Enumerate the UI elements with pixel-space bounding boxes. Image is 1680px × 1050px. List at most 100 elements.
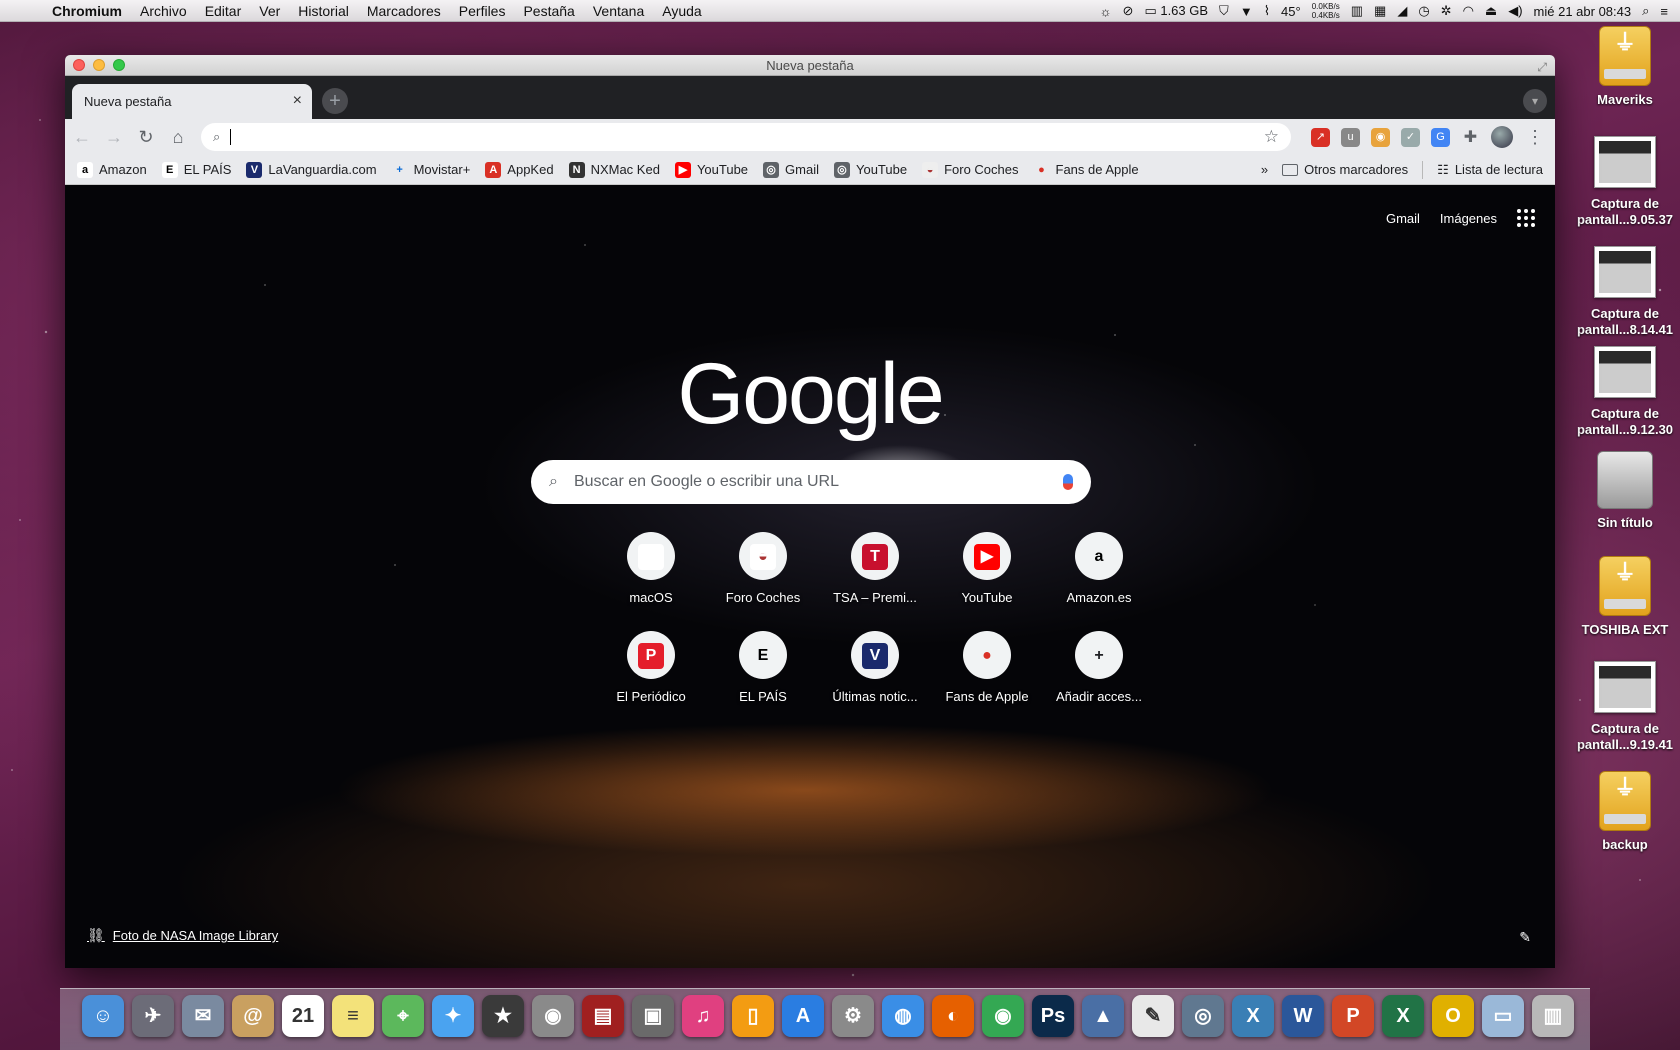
bookmark-item[interactable]: a Amazon <box>77 161 147 178</box>
bookmarks-overflow-icon[interactable]: » <box>1261 162 1268 177</box>
omnibox[interactable]: ⌕ ☆ <box>201 123 1291 151</box>
shortcut-tile[interactable]: ▶ YouTube <box>931 532 1043 605</box>
menu-editar[interactable]: Editar <box>196 3 251 19</box>
spotlight-icon[interactable]: ⌕ <box>1642 3 1649 19</box>
maps-icon[interactable]: ⌖ <box>382 995 424 1037</box>
bookmark-item[interactable]: V LaVanguardia.com <box>246 161 377 178</box>
other-bookmarks-folder[interactable]: Otros marcadores <box>1282 162 1408 177</box>
downloads-folder-icon[interactable]: ▭ <box>1482 995 1524 1037</box>
safari-icon[interactable]: ◍ <box>882 995 924 1037</box>
minimize-window-button[interactable] <box>93 59 105 71</box>
pdf-extension-icon[interactable]: ↗ <box>1311 127 1330 147</box>
ibooks-icon[interactable]: ▯ <box>732 995 774 1037</box>
brightness-icon[interactable]: ☼ <box>1100 4 1112 19</box>
shortcut-tile[interactable]: P El Periódico <box>595 631 707 704</box>
menu-ayuda[interactable]: Ayuda <box>653 3 710 19</box>
google-search-box[interactable]: ⌕ Buscar en Google o escribir una URL <box>531 460 1091 504</box>
powerpoint-icon[interactable]: P <box>1332 995 1374 1037</box>
shortcut-tile[interactable]: T TSA – Premi... <box>819 532 931 605</box>
close-window-button[interactable] <box>73 59 85 71</box>
shortcut-tile[interactable]: macOS <box>595 532 707 605</box>
owl-extension-icon[interactable]: ◉ <box>1371 127 1390 147</box>
profile-avatar[interactable] <box>1491 126 1513 148</box>
tab-search-icon[interactable]: ▾ <box>1523 89 1547 113</box>
network-speed[interactable]: 0.0KB/s 0.4KB/s <box>1312 2 1340 20</box>
chart-meter-icon[interactable]: ◢ <box>1397 3 1407 19</box>
microphone-icon[interactable]: ⌇ <box>1264 3 1270 19</box>
shortcut-tile[interactable]: a Amazon.es <box>1043 532 1155 605</box>
bookmark-item[interactable]: ◒ Foro Coches <box>922 161 1019 178</box>
cpu-meter-icon[interactable]: ▥ <box>1351 3 1363 19</box>
bluetooth-icon[interactable]: ✲ <box>1441 3 1452 19</box>
menu-ver[interactable]: Ver <box>250 3 289 19</box>
display-icon[interactable]: ▼ <box>1240 4 1253 19</box>
title-bar[interactable]: Nueva pestaña ⤢ <box>65 55 1555 76</box>
omnibox-input[interactable] <box>230 129 1254 145</box>
memory-readout[interactable]: ▭ 1.63 GB <box>1144 3 1208 19</box>
ublock-extension-icon[interactable]: u <box>1341 127 1360 147</box>
new-tab-button[interactable]: + <box>322 88 348 114</box>
shield-icon[interactable]: ⛉ <box>1219 3 1229 19</box>
desktop-icon-screenshot[interactable]: Captura de pantall...9.19.41 <box>1570 661 1680 753</box>
do-not-disturb-icon[interactable]: ⊘ <box>1123 3 1134 19</box>
google-apps-icon[interactable] <box>1517 209 1535 227</box>
messages-icon[interactable]: ✦ <box>432 995 474 1037</box>
reload-icon[interactable]: ↻ <box>137 127 155 148</box>
keynote-icon[interactable]: ▲ <box>1082 995 1124 1037</box>
menu-ventana[interactable]: Ventana <box>584 3 653 19</box>
notes-icon[interactable]: ≡ <box>332 995 374 1037</box>
temperature-value[interactable]: 45° <box>1281 4 1301 19</box>
textedit-icon[interactable]: ✎ <box>1132 995 1174 1037</box>
pencil-icon[interactable]: ✎ <box>1519 929 1531 946</box>
system-preferences-icon[interactable]: ⚙ <box>832 995 874 1037</box>
x-app-icon[interactable]: X <box>1232 995 1274 1037</box>
shield-extension-icon[interactable]: ✓ <box>1401 127 1420 147</box>
fullscreen-icon[interactable]: ⤢ <box>1537 57 1547 78</box>
time-machine-icon[interactable]: ◷ <box>1418 3 1429 19</box>
menu-perfiles[interactable]: Perfiles <box>450 3 515 19</box>
imovie-icon[interactable]: ★ <box>482 995 524 1037</box>
desktop-icon-usb-drive[interactable]: ⏚ Maveriks <box>1570 26 1680 108</box>
add-shortcut-tile[interactable]: + Añadir acces... <box>1043 631 1155 704</box>
menu-marcadores[interactable]: Marcadores <box>358 3 450 19</box>
menu-archivo[interactable]: Archivo <box>131 3 196 19</box>
translate-extension-icon[interactable]: G <box>1431 127 1450 147</box>
launchpad-icon[interactable]: ✈ <box>132 995 174 1037</box>
photoshop-icon[interactable]: Ps <box>1032 995 1074 1037</box>
bookmark-item[interactable]: + Movistar+ <box>392 162 470 178</box>
excel-icon[interactable]: X <box>1382 995 1424 1037</box>
clock[interactable]: mié 21 abr 08:43 <box>1534 4 1632 19</box>
desktop-icon-usb-drive[interactable]: ⏚ TOSHIBA EXT <box>1570 556 1680 638</box>
menu-chromium[interactable]: Chromium <box>52 3 131 19</box>
word-icon[interactable]: W <box>1282 995 1324 1037</box>
bookmark-item[interactable]: ◎ Gmail <box>763 161 819 178</box>
shortcut-tile[interactable]: ● Fans de Apple <box>931 631 1043 704</box>
desktop-icon-screenshot[interactable]: Captura de pantall...9.12.30 <box>1570 346 1680 438</box>
dvd-player-icon[interactable]: ▤ <box>582 995 624 1037</box>
app-store-icon[interactable]: A <box>782 995 824 1037</box>
tab-new-tab[interactable]: Nueva pestaña × <box>72 84 312 119</box>
bookmark-item[interactable]: A AppKed <box>485 161 554 178</box>
back-icon[interactable]: ← <box>73 127 91 148</box>
notification-center-icon[interactable]: ≡ <box>1660 4 1668 19</box>
bookmark-star-icon[interactable]: ☆ <box>1264 127 1279 147</box>
dvd-burner-icon[interactable]: ◎ <box>1182 995 1224 1037</box>
bookmark-item[interactable]: ◎ YouTube <box>833 161 907 178</box>
calendar-icon[interactable]: 21 <box>282 995 324 1037</box>
itunes-icon[interactable]: ♫ <box>682 995 724 1037</box>
gmail-link[interactable]: Gmail <box>1386 211 1420 226</box>
shortcut-tile[interactable]: ◒ Foro Coches <box>707 532 819 605</box>
desktop-icon-screenshot[interactable]: Captura de pantall...8.14.41 <box>1570 246 1680 338</box>
volume-icon[interactable]: ◀) <box>1508 3 1522 19</box>
menu-pestana[interactable]: Pestaña <box>514 3 583 19</box>
menu-historial[interactable]: Historial <box>289 3 358 19</box>
eject-icon[interactable]: ⏏ <box>1485 3 1497 19</box>
outlook-icon[interactable]: O <box>1432 995 1474 1037</box>
firefox-icon[interactable]: ◐ <box>932 995 974 1037</box>
home-icon[interactable]: ⌂ <box>169 127 187 148</box>
disk-meter-icon[interactable]: ▦ <box>1374 3 1386 19</box>
trash-icon[interactable]: ▥ <box>1532 995 1574 1037</box>
wifi-icon[interactable]: ◠ <box>1463 3 1474 19</box>
bookmark-item[interactable]: ▶ YouTube <box>674 161 748 178</box>
shortcut-tile[interactable]: E EL PAÍS <box>707 631 819 704</box>
